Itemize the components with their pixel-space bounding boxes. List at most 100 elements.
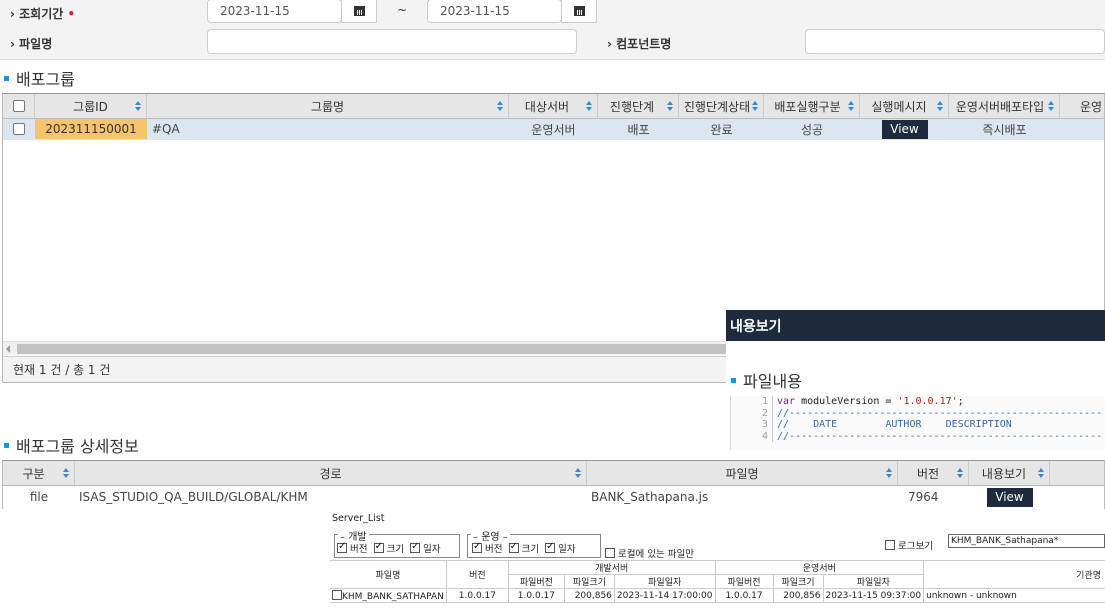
- line-number: 1: [731, 396, 773, 408]
- col-group-id[interactable]: 그룹ID: [35, 94, 147, 118]
- grid-horizontal-scrollbar[interactable]: [3, 341, 729, 355]
- sort-icon: [752, 101, 758, 112]
- ops-options: 버전 크기 일자: [472, 541, 576, 555]
- table-row[interactable]: KHM_BANK_SATHAPAN 1.0.0.17 1.0.0.17 200,…: [330, 588, 1105, 603]
- col-group-name[interactable]: 그룹명: [147, 94, 509, 118]
- required-mark: •: [67, 7, 76, 21]
- hdr-ops-server: 운영서버: [714, 560, 925, 575]
- server-row-checkbox[interactable]: [332, 589, 342, 600]
- deploy-detail-title: 배포그룹 상세정보: [4, 433, 139, 457]
- srv-ops-size-cell: 200,856: [772, 588, 824, 603]
- content-view-cell: View: [969, 486, 1050, 508]
- stage-cell: 배포: [627, 122, 650, 137]
- col-exec-message[interactable]: 실행메시지: [860, 94, 949, 118]
- code-text: //--------------------------------------…: [773, 431, 1102, 443]
- file-content-title: 파일내용: [731, 368, 802, 392]
- code-viewer[interactable]: 1 var moduleVersion = '1.0.0.17'; 2//-----…: [730, 396, 1105, 450]
- sort-icon: [937, 101, 943, 112]
- ops-version-checkbox[interactable]: [472, 541, 482, 553]
- hdr-dev-server: 개발서버: [507, 560, 716, 575]
- group-id-cell[interactable]: 202311150001: [35, 119, 147, 139]
- date-to-calendar-button[interactable]: [561, 0, 597, 23]
- srv-dev-date-cell: 2023-11-14 17:00:00: [613, 588, 716, 603]
- date-range-separator: ~: [397, 3, 408, 17]
- sort-icon: [575, 468, 581, 479]
- line-number: 2: [731, 407, 773, 419]
- col-filename[interactable]: 파일명: [587, 461, 898, 485]
- date-to-input[interactable]: 2023-11-15: [427, 0, 562, 23]
- sort-icon: [497, 101, 503, 112]
- select-all-checkbox[interactable]: [12, 100, 25, 112]
- stage-status-cell: 완료: [710, 122, 733, 137]
- content-view-button[interactable]: View: [986, 487, 1033, 507]
- col-content-view[interactable]: 내용보기: [969, 461, 1050, 485]
- date-from-calendar-button[interactable]: [341, 0, 377, 23]
- hdr-ops-file-version: 파일버전: [714, 574, 774, 589]
- srv-dev-size-cell: 200,856: [563, 588, 615, 603]
- path-cell: ISAS_STUDIO_QA_BUILD/GLOBAL/KHM: [79, 490, 308, 504]
- col-type[interactable]: 구분: [3, 461, 75, 485]
- col-ops[interactable]: 운영: [1060, 94, 1104, 118]
- date-from-input[interactable]: 2023-11-15: [207, 0, 342, 23]
- scroll-thumb[interactable]: [17, 344, 729, 354]
- code-text: //--------------------------------------…: [773, 408, 1102, 420]
- scroll-left-icon[interactable]: [6, 345, 10, 353]
- type-cell: file: [29, 490, 49, 504]
- srv-version-cell: 1.0.0.17: [445, 588, 509, 603]
- table-row[interactable]: file ISAS_STUDIO_QA_BUILD/GLOBAL/KHM BAN…: [3, 486, 1104, 508]
- log-filter-input[interactable]: KHM_BANK_Sathapana*: [948, 534, 1105, 548]
- bullet-square-icon: [4, 442, 9, 448]
- target-server-cell: 운영서버: [531, 122, 576, 137]
- code-line: 1 var moduleVersion = '1.0.0.17';: [731, 396, 1105, 408]
- col-deploy-type[interactable]: 운영서버배포타입: [949, 94, 1060, 118]
- col-target-server[interactable]: 대상서버: [509, 94, 598, 118]
- line-number: 3: [731, 419, 773, 431]
- sort-icon: [1038, 468, 1044, 479]
- local-only-checkbox[interactable]: [605, 548, 615, 558]
- ops-cell: [1060, 119, 1104, 139]
- hdr-version: 버전: [445, 560, 509, 589]
- sort-icon: [586, 101, 592, 112]
- col-stage[interactable]: 진행단계: [598, 94, 679, 118]
- srv-dev-version-cell: 1.0.0.17: [507, 588, 565, 603]
- ops-date-checkbox[interactable]: [545, 541, 556, 553]
- exec-message-view-button[interactable]: View: [881, 119, 928, 139]
- ops-size-checkbox[interactable]: [508, 541, 519, 553]
- srv-org-cell: unknown - unknown: [923, 588, 1105, 603]
- component-label: › 컴포넌트명: [607, 37, 672, 51]
- select-all-checkbox-cell: [3, 94, 35, 118]
- table-row[interactable]: 202311150001 #QA 운영서버 배포 완료 성공 View 즉시배포: [3, 119, 1104, 140]
- filename-input[interactable]: [207, 29, 577, 54]
- col-version[interactable]: 버전: [898, 461, 969, 485]
- bullet-square-icon: [4, 75, 9, 81]
- code-token: var: [777, 396, 796, 407]
- col-path[interactable]: 경로: [75, 461, 587, 485]
- dev-version-checkbox[interactable]: [337, 541, 347, 553]
- row-checkbox-cell: [3, 119, 35, 139]
- popup-title: 내용보기: [726, 310, 1105, 341]
- code-token: ;: [957, 396, 964, 407]
- row-checkbox[interactable]: [13, 123, 25, 135]
- calendar-icon: [573, 6, 585, 16]
- sort-icon: [886, 468, 892, 479]
- code-token: // DATE AUTHOR DESCRIPTION: [777, 419, 1012, 430]
- col-exec-type[interactable]: 배포실행구분: [764, 94, 860, 118]
- hdr-dev-file-size: 파일크기: [563, 574, 615, 589]
- code-token: '1.0.0.17': [897, 396, 958, 407]
- code-token: //--------------------------------------…: [777, 430, 1103, 442]
- dev-size-checkbox[interactable]: [373, 541, 384, 553]
- dev-options: 버전 크기 일자: [337, 541, 441, 555]
- hdr-dev-file-version: 파일버전: [507, 574, 565, 589]
- col-stage-status[interactable]: 진행단계상태: [679, 94, 764, 118]
- calendar-icon: [353, 6, 365, 16]
- code-token: moduleVersion =: [795, 396, 898, 407]
- component-input[interactable]: [805, 29, 1105, 54]
- server-list-panel: Server_List – 개발 버전 크기 일자 – 운영 – 버전 크기 일…: [330, 510, 1105, 615]
- sort-icon: [957, 468, 963, 479]
- exec-message-cell: View: [860, 119, 949, 139]
- grid-header: 그룹ID 그룹명 대상서버 진행단계 진행단계상태 배포실행구분 실행메시지 운…: [3, 94, 1104, 119]
- dev-date-checkbox[interactable]: [410, 541, 421, 553]
- log-view-checkbox[interactable]: [885, 540, 895, 550]
- period-label: › 조회기간 •: [10, 7, 76, 21]
- sort-icon: [667, 101, 673, 112]
